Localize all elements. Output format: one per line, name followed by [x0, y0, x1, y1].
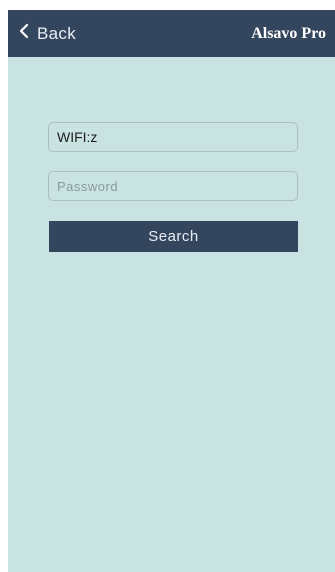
- search-button[interactable]: Search: [49, 221, 298, 252]
- password-field[interactable]: [48, 171, 298, 201]
- chevron-left-icon: [18, 23, 37, 44]
- app-screen: Back Alsavo Pro Search: [8, 10, 335, 572]
- wifi-ssid-field[interactable]: [48, 122, 298, 152]
- back-button[interactable]: Back: [18, 10, 76, 57]
- app-title: Alsavo Pro: [251, 24, 326, 42]
- top-nav-bar: Back Alsavo Pro: [8, 10, 335, 57]
- back-label: Back: [37, 23, 76, 43]
